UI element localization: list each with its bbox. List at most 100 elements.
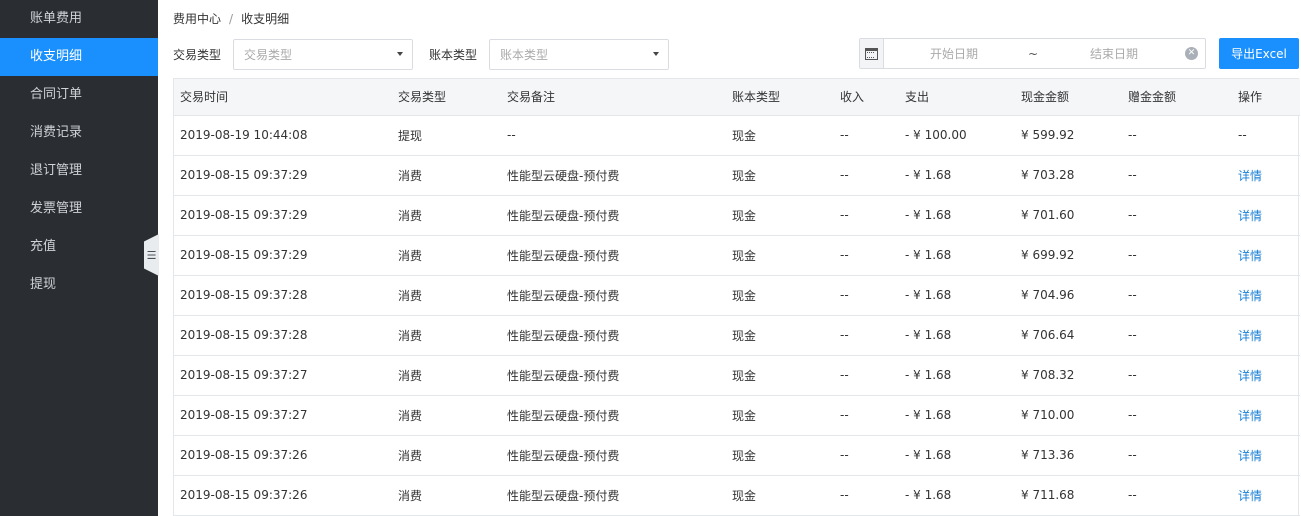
remark-cell: 性能型云硬盘-预付费 xyxy=(501,395,726,436)
clear-icon[interactable]: ✕ xyxy=(1185,47,1198,60)
export-excel-button[interactable]: 导出Excel xyxy=(1219,38,1299,69)
bonus-amount-cell: -- xyxy=(1122,435,1232,476)
col-header-remark: 交易备注 xyxy=(501,79,726,116)
details-link[interactable]: 详情 xyxy=(1232,155,1300,196)
sidebar-item-invoice[interactable]: 发票管理 xyxy=(0,190,158,228)
table-row: 2019-08-15 09:37:28 消费 性能型云硬盘-预付费 现金 -- - ¥ 1… xyxy=(174,315,1300,356)
sidebar-item-billing[interactable]: 账单费用 xyxy=(0,0,158,38)
income-cell: -- xyxy=(834,435,899,476)
table-row: 2019-08-15 09:37:27 消费 性能型云硬盘-预付费 现金 -- - ¥ 1… xyxy=(174,355,1300,396)
time-cell: 2019-08-15 09:37:29 xyxy=(174,195,392,236)
bonus-amount-cell: -- xyxy=(1122,395,1232,436)
income-cell: -- xyxy=(834,115,899,156)
col-header-time: 交易时间 xyxy=(174,79,392,116)
account-type-label: 账本类型 xyxy=(429,48,478,62)
trade-type-placeholder: 交易类型 xyxy=(244,48,293,62)
col-header-action: 操作 xyxy=(1232,79,1300,116)
account-type-cell: 现金 xyxy=(726,115,834,156)
expense-cell: - ¥ 1.68 xyxy=(899,355,1015,396)
remark-cell: 性能型云硬盘-预付费 xyxy=(501,355,726,396)
trade-type-cell: 消费 xyxy=(392,195,501,236)
income-cell: -- xyxy=(834,235,899,276)
account-type-cell: 现金 xyxy=(726,435,834,476)
trade-type-select[interactable]: 交易类型 xyxy=(233,39,414,70)
cash-amount-cell: ¥ 713.36 xyxy=(1015,435,1122,476)
bonus-amount-cell: -- xyxy=(1122,115,1232,156)
sidebar-item-unsubscribe[interactable]: 退订管理 xyxy=(0,152,158,190)
calendar-icon[interactable] xyxy=(860,39,884,68)
sidebar-item-consumption-records[interactable]: 消费记录 xyxy=(0,114,158,152)
income-cell: -- xyxy=(834,315,899,356)
table-row: 2019-08-15 09:37:28 消费 性能型云硬盘-预付费 现金 -- - ¥ 1… xyxy=(174,275,1300,316)
table-row: 2019-08-15 09:37:29 消费 性能型云硬盘-预付费 现金 -- - ¥ 1… xyxy=(174,235,1300,276)
chevron-down-icon xyxy=(653,52,660,56)
remark-cell: -- xyxy=(501,115,726,156)
bonus-amount-cell: -- xyxy=(1122,235,1232,276)
col-header-cash-amount: 现金金额 xyxy=(1015,79,1122,116)
time-cell: 2019-08-15 09:37:26 xyxy=(174,475,392,516)
table-row: 2019-08-15 09:37:29 消费 性能型云硬盘-预付费 现金 -- - ¥ 1… xyxy=(174,195,1300,236)
remark-cell: 性能型云硬盘-预付费 xyxy=(501,155,726,196)
expense-cell: - ¥ 1.68 xyxy=(899,475,1015,516)
col-header-income: 收入 xyxy=(834,79,899,116)
cash-amount-cell: ¥ 708.32 xyxy=(1015,355,1122,396)
details-link[interactable]: 详情 xyxy=(1232,195,1300,236)
details-link[interactable]: 详情 xyxy=(1232,315,1300,356)
table-row: 2019-08-15 09:37:27 消费 性能型云硬盘-预付费 现金 -- - ¥ 1… xyxy=(174,395,1300,436)
details-link[interactable]: 详情 xyxy=(1232,435,1300,476)
details-link[interactable]: 详情 xyxy=(1232,395,1300,436)
start-date-input[interactable]: 开始日期 xyxy=(930,45,978,62)
details-link[interactable]: 详情 xyxy=(1232,355,1300,396)
trade-type-cell: 消费 xyxy=(392,235,501,276)
remark-cell: 性能型云硬盘-预付费 xyxy=(501,475,726,516)
bonus-amount-cell: -- xyxy=(1122,155,1232,196)
account-type-cell: 现金 xyxy=(726,315,834,356)
breadcrumb-current: 收支明细 xyxy=(241,12,290,26)
income-cell: -- xyxy=(834,475,899,516)
trade-type-cell: 提现 xyxy=(392,115,501,156)
sidebar-item-recharge[interactable]: 充值 xyxy=(0,228,158,266)
cash-amount-cell: ¥ 599.92 xyxy=(1015,115,1122,156)
account-type-placeholder: 账本类型 xyxy=(500,48,549,62)
breadcrumb-separator: / xyxy=(229,12,234,26)
filter-bar: 交易类型 交易类型 账本类型 账本类型 xyxy=(173,39,685,70)
cash-amount-cell: ¥ 711.68 xyxy=(1015,475,1122,516)
table-header-row: 交易时间 交易类型 交易备注 账本类型 收入 支出 现金金额 赠金金额 操作 xyxy=(174,79,1300,116)
cash-amount-cell: ¥ 706.64 xyxy=(1015,315,1122,356)
income-cell: -- xyxy=(834,355,899,396)
trade-type-cell: 消费 xyxy=(392,315,501,356)
cash-amount-cell: ¥ 701.60 xyxy=(1015,195,1122,236)
table-row: 2019-08-15 09:37:26 消费 性能型云硬盘-预付费 现金 -- - ¥ 1… xyxy=(174,475,1300,516)
col-header-expense: 支出 xyxy=(899,79,1015,116)
remark-cell: 性能型云硬盘-预付费 xyxy=(501,435,726,476)
breadcrumb-parent[interactable]: 费用中心 xyxy=(173,12,221,26)
end-date-input[interactable]: 结束日期 xyxy=(1090,45,1138,62)
trade-type-cell: 消费 xyxy=(392,435,501,476)
remark-cell: 性能型云硬盘-预付费 xyxy=(501,275,726,316)
sidebar-item-contract-orders[interactable]: 合同订单 xyxy=(0,76,158,114)
remark-cell: 性能型云硬盘-预付费 xyxy=(501,195,726,236)
cash-amount-cell: ¥ 710.00 xyxy=(1015,395,1122,436)
details-link[interactable]: 详情 xyxy=(1232,275,1300,316)
cash-amount-cell: ¥ 699.92 xyxy=(1015,235,1122,276)
income-cell: -- xyxy=(834,155,899,196)
remark-cell: 性能型云硬盘-预付费 xyxy=(501,315,726,356)
account-type-cell: 现金 xyxy=(726,235,834,276)
time-cell: 2019-08-15 09:37:29 xyxy=(174,235,392,276)
time-cell: 2019-08-15 09:37:27 xyxy=(174,355,392,396)
account-type-cell: 现金 xyxy=(726,155,834,196)
details-link[interactable]: 详情 xyxy=(1232,475,1300,516)
income-cell: -- xyxy=(834,275,899,316)
col-header-bonus-amount: 赠金金额 xyxy=(1122,79,1232,116)
bonus-amount-cell: -- xyxy=(1122,355,1232,396)
time-cell: 2019-08-15 09:37:28 xyxy=(174,275,392,316)
col-header-trade-type: 交易类型 xyxy=(392,79,501,116)
expense-cell: - ¥ 1.68 xyxy=(899,395,1015,436)
sidebar-item-income-expense[interactable]: 收支明细 xyxy=(0,38,158,76)
account-type-select[interactable]: 账本类型 xyxy=(489,39,670,70)
date-range-picker[interactable]: 开始日期 ~ 结束日期 ✕ xyxy=(859,38,1206,69)
sidebar-item-withdraw[interactable]: 提现 xyxy=(0,266,158,304)
transactions-table: 交易时间 交易类型 交易备注 账本类型 收入 支出 现金金额 赠金金额 操作 2… xyxy=(173,78,1300,516)
income-cell: -- xyxy=(834,195,899,236)
details-link[interactable]: 详情 xyxy=(1232,235,1300,276)
